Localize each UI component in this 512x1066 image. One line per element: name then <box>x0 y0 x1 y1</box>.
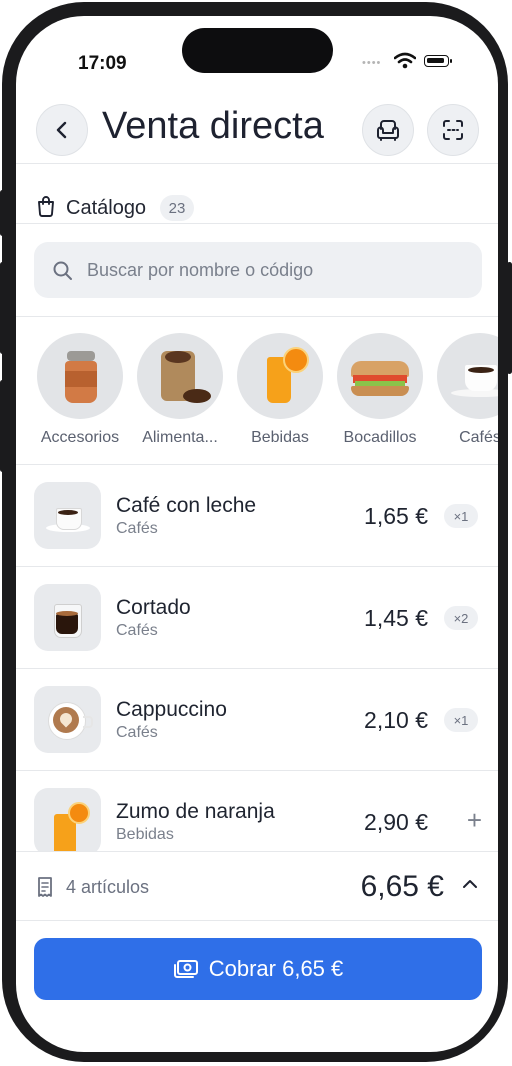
cash-icon <box>173 959 199 979</box>
receipt-icon <box>38 877 52 897</box>
add-button[interactable]: + <box>467 805 482 836</box>
catalog-header: Catálogo 23 <box>16 178 498 228</box>
product-price: 1,45 € <box>364 605 428 631</box>
product-image <box>34 482 101 549</box>
quantity-badge[interactable]: ×1 <box>444 504 478 528</box>
catalog-label: Catálogo <box>66 197 147 219</box>
order-total: 6,65 € <box>360 870 444 903</box>
category-image <box>37 333 123 419</box>
page-title: Venta directa <box>102 105 324 147</box>
header: Venta directa <box>16 94 498 164</box>
armchair-icon <box>377 120 399 141</box>
quantity-badge[interactable]: ×1 <box>444 708 478 732</box>
product-image <box>34 788 101 855</box>
product-name: Zumo de naranja <box>116 800 275 823</box>
product-price: 2,90 € <box>364 809 428 835</box>
category-label: Cafés <box>459 429 498 446</box>
catalog-count-badge: 23 <box>160 195 194 221</box>
status-time: 17:09 <box>78 53 127 74</box>
product-row[interactable]: Cortado Cafés 1,45 € ×2 <box>16 567 498 669</box>
phone-frame: 17:09 •••• Venta directa Catálogo 23 Bus… <box>2 2 508 1062</box>
scan-icon <box>443 120 463 140</box>
search-input[interactable]: Buscar por nombre o código <box>34 242 482 298</box>
category-image <box>437 333 498 419</box>
divider <box>16 920 498 921</box>
back-button[interactable] <box>36 104 88 156</box>
product-name: Café con leche <box>116 494 257 517</box>
category-cafes[interactable]: Cafés <box>430 333 498 447</box>
screen: 17:09 •••• Venta directa Catálogo 23 Bus… <box>16 16 498 1052</box>
order-summary[interactable]: 4 artículos 6,65 € <box>16 851 498 922</box>
product-image <box>34 584 101 651</box>
dynamic-island <box>182 28 333 73</box>
shopping-bag-icon <box>38 196 54 217</box>
divider <box>16 223 498 224</box>
product-name: Cappuccino <box>116 698 227 721</box>
product-price: 2,10 € <box>364 707 428 733</box>
wifi-icon <box>394 52 416 69</box>
signal-icon: •••• <box>362 57 382 69</box>
divider <box>16 316 498 317</box>
product-price: 1,65 € <box>364 503 428 529</box>
charge-button-label: Cobrar 6,65 € <box>208 956 344 981</box>
quantity-badge[interactable]: ×2 <box>444 606 478 630</box>
search-icon <box>53 261 72 280</box>
search-placeholder: Buscar por nombre o código <box>87 260 314 280</box>
product-category: Cafés <box>116 520 158 537</box>
product-row[interactable]: Café con leche Cafés 1,65 € ×1 <box>16 465 498 567</box>
category-label: Accesorios <box>40 429 120 446</box>
armchair-button[interactable] <box>362 104 414 156</box>
status-bar: 17:09 •••• <box>16 16 498 86</box>
category-image <box>337 333 423 419</box>
product-name: Cortado <box>116 596 191 619</box>
category-label: Alimenta... <box>142 429 218 446</box>
category-image <box>137 333 223 419</box>
category-alimentacion[interactable]: Alimenta... <box>130 333 230 447</box>
divider <box>16 163 498 164</box>
category-accesorios[interactable]: Accesorios <box>30 333 130 447</box>
category-bocadillos[interactable]: Bocadillos <box>330 333 430 447</box>
chevron-up-icon[interactable] <box>462 876 478 892</box>
category-label: Bebidas <box>251 429 309 446</box>
charge-button[interactable]: Cobrar 6,65 € <box>34 938 482 1000</box>
category-label: Bocadillos <box>343 429 417 446</box>
product-category: Cafés <box>116 622 158 639</box>
items-count: 4 artículos <box>66 877 150 897</box>
battery-icon <box>424 55 452 67</box>
chevron-left-icon <box>56 121 67 139</box>
scan-button[interactable] <box>427 104 479 156</box>
product-image <box>34 686 101 753</box>
category-carousel[interactable]: Accesorios Alimenta... Bebidas Bocadillo… <box>16 333 498 468</box>
product-category: Cafés <box>116 724 158 741</box>
category-image <box>237 333 323 419</box>
category-bebidas[interactable]: Bebidas <box>230 333 330 447</box>
product-row[interactable]: Cappuccino Cafés 2,10 € ×1 <box>16 669 498 771</box>
product-category: Bebidas <box>116 826 174 843</box>
